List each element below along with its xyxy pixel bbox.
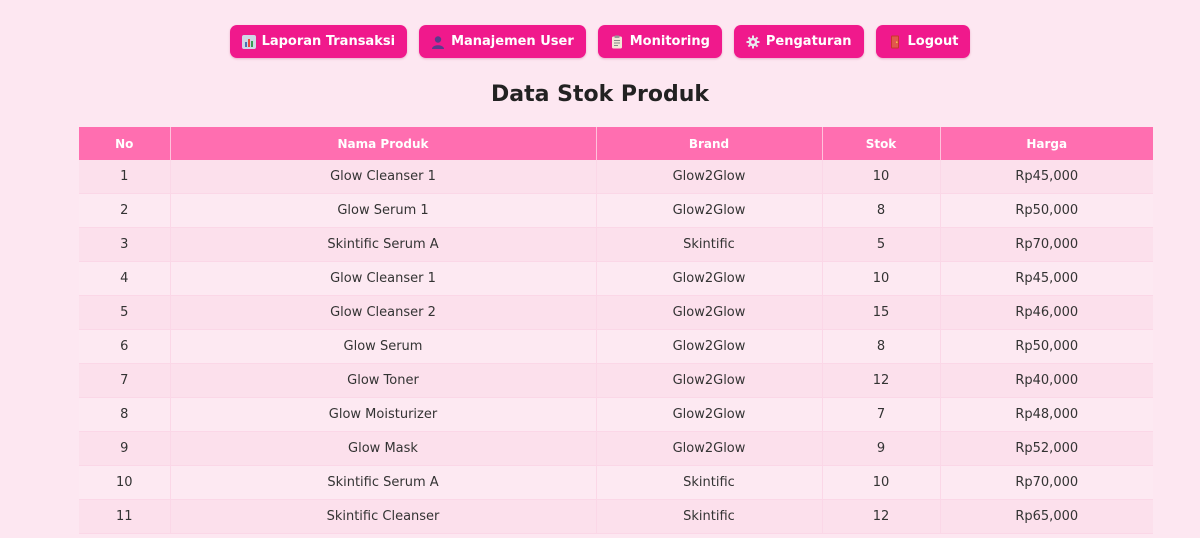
cell-nama-produk: Glow Toner bbox=[170, 363, 597, 398]
cell-no: 9 bbox=[79, 431, 171, 466]
cell-stok: 8 bbox=[822, 329, 941, 364]
logout-label: Logout bbox=[907, 34, 959, 49]
cell-stok: 10 bbox=[822, 465, 941, 500]
table-row: 3 Skintific Serum A Skintific 5 Rp70,000 bbox=[79, 227, 1153, 262]
cell-stok: 9 bbox=[822, 431, 941, 466]
cell-brand: Glow2Glow bbox=[596, 431, 823, 466]
cell-brand: Glow2Glow bbox=[596, 193, 823, 228]
table-row: 7 Glow Toner Glow2Glow 12 Rp40,000 bbox=[79, 363, 1153, 398]
cell-stok: 5 bbox=[822, 227, 941, 262]
cell-brand: Glow2Glow bbox=[596, 160, 823, 194]
cell-harga: Rp50,000 bbox=[940, 193, 1153, 228]
cell-no: 7 bbox=[79, 363, 171, 398]
laporan-transaksi-button[interactable]: Laporan Transaksi bbox=[229, 25, 408, 58]
table-row: 10 Skintific Serum A Skintific 10 Rp70,000 bbox=[79, 465, 1153, 500]
laporan-transaksi-label: Laporan Transaksi bbox=[261, 34, 396, 49]
cell-brand: Skintific bbox=[596, 227, 823, 262]
top-nav: Laporan Transaksi Manajemen User Monitor… bbox=[0, 25, 1200, 58]
column-header-harga: Harga bbox=[940, 127, 1153, 160]
cell-harga: Rp48,000 bbox=[940, 397, 1153, 432]
pengaturan-button[interactable]: Pengaturan bbox=[733, 25, 864, 58]
cell-nama-produk: Glow Serum 1 bbox=[170, 193, 597, 228]
clipboard-icon bbox=[610, 35, 624, 49]
table-body: 1 Glow Cleanser 1 Glow2Glow 10 Rp45,000 2 Glow… bbox=[79, 160, 1153, 534]
cell-nama-produk: Skintific Cleanser bbox=[170, 499, 597, 534]
cell-brand: Skintific bbox=[596, 499, 823, 534]
cell-stok: 10 bbox=[822, 160, 941, 194]
bar-chart-icon bbox=[241, 34, 256, 49]
cell-nama-produk: Glow Cleanser 1 bbox=[170, 261, 597, 296]
cell-no: 5 bbox=[79, 295, 171, 330]
cell-harga: Rp45,000 bbox=[940, 261, 1153, 296]
table-row: 2 Glow Serum 1 Glow2Glow 8 Rp50,000 bbox=[79, 193, 1153, 228]
door-icon bbox=[888, 35, 902, 49]
cell-no: 4 bbox=[79, 261, 171, 296]
page-title: Data Stok Produk bbox=[490, 82, 710, 107]
monitoring-label: Monitoring bbox=[629, 34, 710, 49]
monitoring-button[interactable]: Monitoring bbox=[597, 25, 722, 58]
cell-harga: Rp50,000 bbox=[940, 329, 1153, 364]
gear-icon bbox=[746, 35, 760, 49]
column-header-no: No bbox=[79, 127, 171, 160]
pengaturan-label: Pengaturan bbox=[765, 34, 852, 49]
cell-no: 6 bbox=[79, 329, 171, 364]
cell-harga: Rp70,000 bbox=[940, 227, 1153, 262]
cell-nama-produk: Skintific Serum A bbox=[170, 227, 597, 262]
table-row: 9 Glow Mask Glow2Glow 9 Rp52,000 bbox=[79, 431, 1153, 466]
cell-harga: Rp65,000 bbox=[940, 499, 1153, 534]
cell-harga: Rp70,000 bbox=[940, 465, 1153, 500]
table-row: 5 Glow Cleanser 2 Glow2Glow 15 Rp46,000 bbox=[79, 295, 1153, 330]
cell-no: 10 bbox=[79, 465, 171, 500]
stock-table-container: No Nama Produk Brand Stok Harga 1 Glow Cl… bbox=[79, 127, 1153, 534]
cell-nama-produk: Glow Mask bbox=[170, 431, 597, 466]
table-row: 11 Skintific Cleanser Skintific 12 Rp65,000 bbox=[79, 499, 1153, 534]
cell-nama-produk: Glow Cleanser 2 bbox=[170, 295, 597, 330]
table-row: 6 Glow Serum Glow2Glow 8 Rp50,000 bbox=[79, 329, 1153, 364]
cell-stok: 15 bbox=[822, 295, 941, 330]
stock-table: No Nama Produk Brand Stok Harga 1 Glow Cl… bbox=[79, 127, 1153, 534]
cell-brand: Skintific bbox=[596, 465, 823, 500]
cell-stok: 12 bbox=[822, 363, 941, 398]
cell-nama-produk: Glow Serum bbox=[170, 329, 597, 364]
cell-stok: 7 bbox=[822, 397, 941, 432]
cell-harga: Rp52,000 bbox=[940, 431, 1153, 466]
table-row: 8 Glow Moisturizer Glow2Glow 7 Rp48,000 bbox=[79, 397, 1153, 432]
cell-stok: 8 bbox=[822, 193, 941, 228]
cell-brand: Glow2Glow bbox=[596, 261, 823, 296]
manajemen-user-button[interactable]: Manajemen User bbox=[419, 25, 586, 58]
column-header-nama-produk: Nama Produk bbox=[170, 127, 597, 160]
logout-button[interactable]: Logout bbox=[875, 25, 971, 58]
cell-harga: Rp46,000 bbox=[940, 295, 1153, 330]
user-icon bbox=[431, 35, 445, 49]
table-row: 4 Glow Cleanser 1 Glow2Glow 10 Rp45,000 bbox=[79, 261, 1153, 296]
cell-stok: 12 bbox=[822, 499, 941, 534]
cell-nama-produk: Glow Cleanser 1 bbox=[170, 160, 597, 194]
cell-no: 11 bbox=[79, 499, 171, 534]
cell-no: 1 bbox=[79, 160, 171, 194]
cell-no: 2 bbox=[79, 193, 171, 228]
column-header-stok: Stok bbox=[822, 127, 941, 160]
cell-brand: Glow2Glow bbox=[596, 397, 823, 432]
cell-stok: 10 bbox=[822, 261, 941, 296]
cell-nama-produk: Skintific Serum A bbox=[170, 465, 597, 500]
cell-harga: Rp45,000 bbox=[940, 160, 1153, 194]
cell-no: 3 bbox=[79, 227, 171, 262]
cell-brand: Glow2Glow bbox=[596, 329, 823, 364]
table-header-row: No Nama Produk Brand Stok Harga bbox=[79, 127, 1153, 160]
cell-nama-produk: Glow Moisturizer bbox=[170, 397, 597, 432]
cell-no: 8 bbox=[79, 397, 171, 432]
table-row: 1 Glow Cleanser 1 Glow2Glow 10 Rp45,000 bbox=[79, 160, 1153, 194]
cell-harga: Rp40,000 bbox=[940, 363, 1153, 398]
cell-brand: Glow2Glow bbox=[596, 363, 823, 398]
manajemen-user-label: Manajemen User bbox=[451, 34, 574, 49]
cell-brand: Glow2Glow bbox=[596, 295, 823, 330]
column-header-brand: Brand bbox=[596, 127, 823, 160]
